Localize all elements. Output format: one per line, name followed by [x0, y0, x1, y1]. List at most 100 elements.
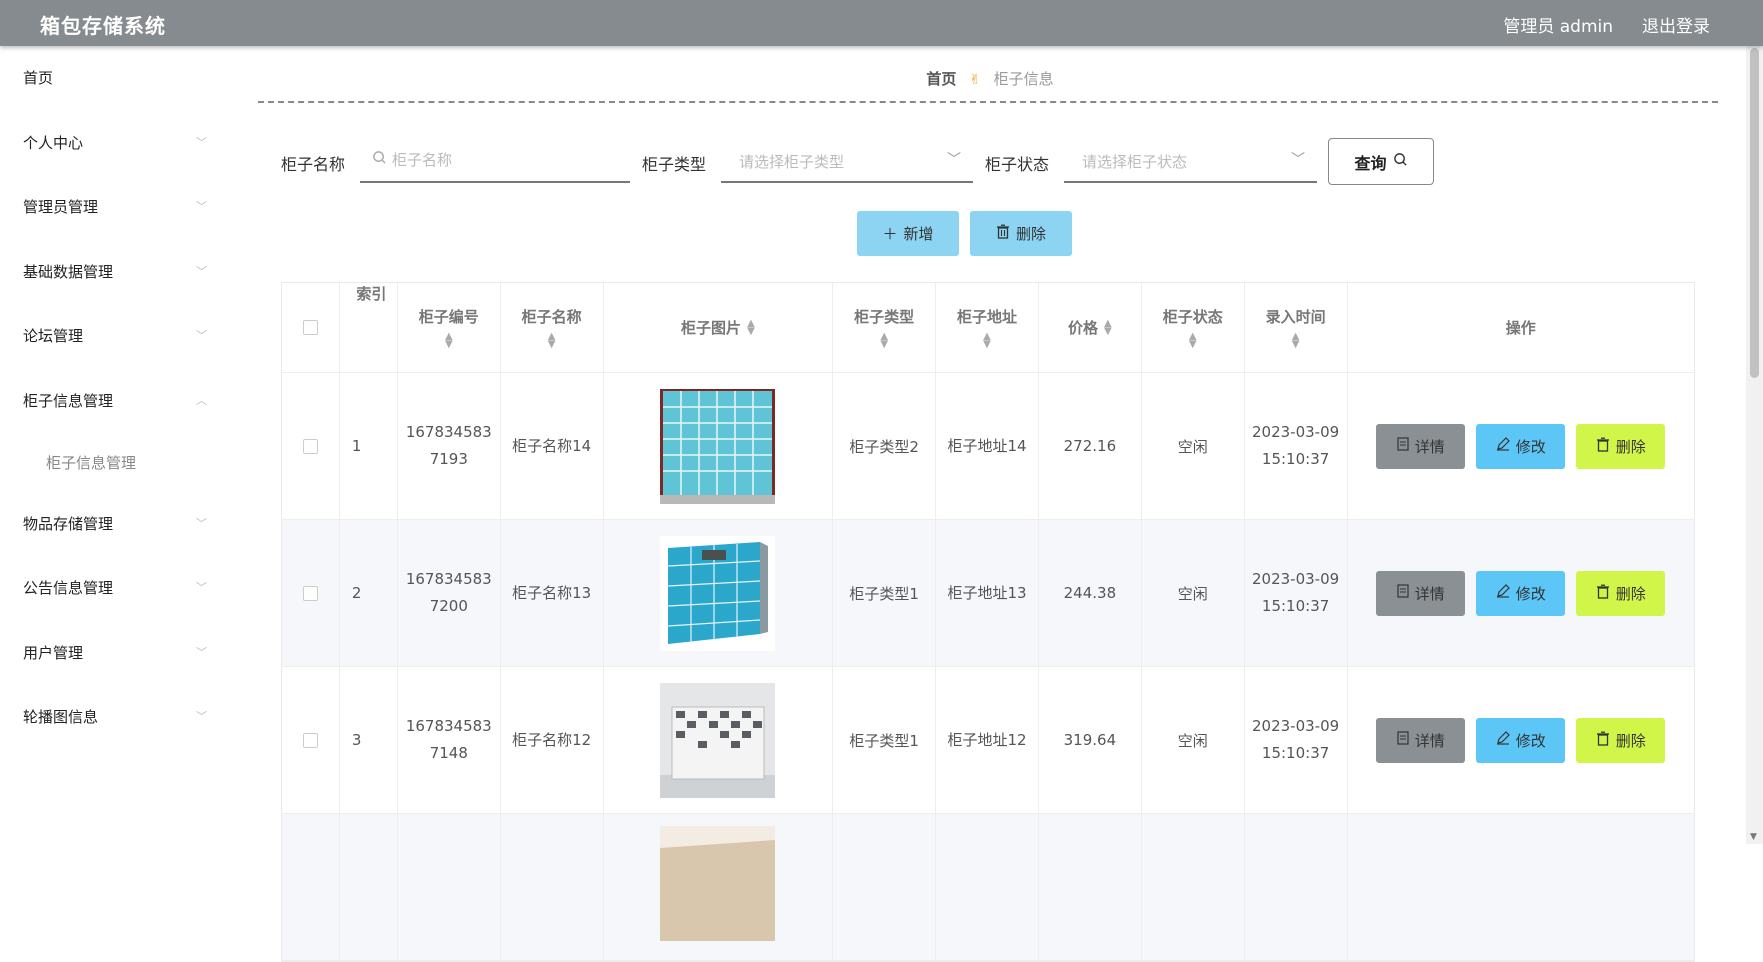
- add-button-label: 新增: [903, 225, 934, 243]
- sidebar-item-locker-info[interactable]: 柜子信息管理 ︿: [0, 369, 220, 434]
- status-select[interactable]: 请选择柜子状态 ﹀: [1064, 140, 1317, 183]
- page-scrollbar[interactable]: ▼: [1746, 46, 1763, 844]
- detail-button[interactable]: 详情: [1376, 423, 1466, 469]
- cell-locker-image: [604, 520, 834, 666]
- logout-link[interactable]: 退出登录: [1642, 12, 1710, 37]
- cell-index: 2: [340, 520, 398, 666]
- type-filter-label: 柜子类型: [642, 155, 707, 174]
- locker-table: 索引 柜子编号 ▲ ▼ 柜子名称 ▲ ▼ 柜子图片 ▲ ▼ 柜子类型 ▲ ▼ 柜子地址 ▲ ▼ 价格…: [281, 282, 1695, 962]
- sort-icon[interactable]: ▲ ▼: [1189, 332, 1197, 350]
- row-checkbox[interactable]: [302, 585, 318, 601]
- row-checkbox-cell: [282, 373, 340, 519]
- row-checkbox-cell: [282, 814, 340, 960]
- sidebar-item-carousel[interactable]: 轮播图信息 ﹀: [0, 685, 220, 750]
- sidebar-subitem-locker-info[interactable]: 柜子信息管理: [0, 434, 220, 492]
- detail-button-label: 详情: [1414, 437, 1445, 456]
- sidebar-item-personal-center[interactable]: 个人中心 ﹀: [0, 111, 220, 176]
- sort-icon[interactable]: ▲ ▼: [1104, 318, 1112, 336]
- header-label: 柜子状态: [1162, 308, 1223, 326]
- header-locker-address[interactable]: 柜子地址 ▲ ▼: [936, 283, 1039, 372]
- header-label: 录入时间: [1265, 308, 1326, 326]
- scroll-down-arrow-icon[interactable]: ▼: [1750, 832, 1757, 842]
- delete-button[interactable]: 删除: [1576, 717, 1666, 763]
- cell-price: 244.38: [1039, 520, 1142, 666]
- edit-button[interactable]: 修改: [1476, 423, 1566, 469]
- header-label: 柜子类型: [854, 308, 915, 326]
- cell-entry-time-wrap: 2023-03-09 15:10:37: [1245, 373, 1348, 519]
- breadcrumb-home[interactable]: 首页: [926, 70, 956, 88]
- sidebar-item-notice[interactable]: 公告信息管理 ﹀: [0, 556, 220, 621]
- name-search-input[interactable]: [360, 140, 630, 180]
- locker-image[interactable]: [660, 388, 776, 504]
- edit-button[interactable]: 修改: [1476, 717, 1566, 763]
- cell-locker-no: 1678345837200: [405, 570, 492, 615]
- header-locker-name[interactable]: 柜子名称 ▲ ▼: [501, 283, 604, 372]
- sort-icon[interactable]: ▲ ▼: [983, 332, 991, 350]
- trash-icon: [1596, 437, 1610, 456]
- cell-locker-name: 柜子名称14: [512, 436, 592, 455]
- sidebar-item-forum[interactable]: 论坛管理 ﹀: [0, 304, 220, 369]
- cell-locker-name: 柜子名称13: [512, 583, 592, 602]
- trash-icon: [1596, 731, 1610, 750]
- sort-icon[interactable]: ▲ ▼: [445, 332, 453, 350]
- header-locker-type[interactable]: 柜子类型 ▲ ▼: [833, 283, 937, 372]
- locker-image[interactable]: [660, 682, 776, 798]
- detail-button[interactable]: 详情: [1376, 570, 1466, 616]
- sidebar-item-home[interactable]: 首页: [0, 46, 220, 111]
- chevron-down-icon: ﹀: [196, 645, 207, 659]
- sidebar-item-label: 物品存储管理: [23, 514, 114, 533]
- scrollbar-thumb[interactable]: [1750, 48, 1759, 378]
- cell-locker-status: 空闲: [1142, 373, 1245, 519]
- type-select[interactable]: 请选择柜子类型 ﹀: [721, 140, 973, 183]
- row-checkbox[interactable]: [302, 732, 318, 748]
- chevron-down-icon: ﹀: [196, 264, 207, 278]
- locker-image[interactable]: [660, 535, 776, 651]
- locker-image[interactable]: [660, 826, 776, 941]
- header-locker-status[interactable]: 柜子状态 ▲ ▼: [1142, 283, 1245, 372]
- header-locker-image[interactable]: 柜子图片 ▲ ▼: [604, 283, 834, 372]
- cell-locker-type: [833, 814, 937, 960]
- select-all-checkbox[interactable]: [302, 320, 318, 335]
- detail-button[interactable]: 详情: [1376, 717, 1466, 763]
- cell-operations: 详情 修改 删除: [1348, 373, 1694, 519]
- query-button[interactable]: 查询: [1328, 138, 1434, 185]
- edit-button[interactable]: 修改: [1476, 570, 1566, 616]
- cell-locker-image: [604, 667, 834, 813]
- cell-entry-time: 2023-03-09 15:10:37: [1252, 570, 1340, 615]
- header-entry-time[interactable]: 录入时间 ▲ ▼: [1245, 283, 1348, 372]
- cell-locker-status: [1142, 814, 1245, 960]
- cell-locker-status: 空闲: [1142, 667, 1245, 813]
- cell-entry-time-wrap: 2023-03-09 15:10:37: [1245, 667, 1348, 813]
- header-locker-no[interactable]: 柜子编号 ▲ ▼: [398, 283, 501, 372]
- sort-icon[interactable]: ▲ ▼: [880, 332, 888, 350]
- chevron-down-icon: ﹀: [196, 329, 207, 343]
- header-price[interactable]: 价格 ▲ ▼: [1039, 283, 1142, 372]
- batch-delete-button[interactable]: 删除: [970, 211, 1072, 256]
- header-label: 柜子名称: [521, 308, 582, 326]
- sort-icon[interactable]: ▲ ▼: [1292, 332, 1300, 350]
- sidebar-item-base-data[interactable]: 基础数据管理 ﹀: [0, 240, 220, 305]
- row-checkbox[interactable]: [302, 438, 318, 454]
- header-index: 索引: [340, 283, 398, 372]
- breadcrumb-current: 柜子信息: [993, 70, 1054, 88]
- cell-price: 272.16: [1039, 373, 1142, 519]
- sidebar-item-storage[interactable]: 物品存储管理 ﹀: [0, 492, 220, 557]
- cell-locker-address: 柜子地址13: [947, 583, 1027, 602]
- document-icon: [1397, 437, 1409, 455]
- sidebar-item-admin-management[interactable]: 管理员管理 ﹀: [0, 175, 220, 240]
- cell-locker-name: 柜子名称12: [512, 730, 592, 749]
- sidebar-item-users[interactable]: 用户管理 ﹀: [0, 621, 220, 686]
- sidebar-item-label: 管理员管理: [23, 198, 99, 217]
- cell-locker-no-wrap: [398, 814, 501, 960]
- trash-icon: [1596, 584, 1610, 603]
- table-row: 3 1678345837148 柜子名称12 柜子类型1 柜子地址12 319.…: [282, 667, 1694, 814]
- cell-index: 3: [340, 667, 398, 813]
- delete-button[interactable]: 删除: [1576, 423, 1666, 469]
- sort-icon[interactable]: ▲ ▼: [747, 318, 755, 336]
- plus-icon: ＋: [882, 225, 898, 243]
- delete-button[interactable]: 删除: [1576, 570, 1666, 616]
- sort-icon[interactable]: ▲ ▼: [548, 332, 556, 350]
- header-label: 柜子编号: [418, 308, 479, 326]
- cell-operations: [1348, 814, 1694, 960]
- add-button[interactable]: ＋ 新增: [857, 211, 959, 256]
